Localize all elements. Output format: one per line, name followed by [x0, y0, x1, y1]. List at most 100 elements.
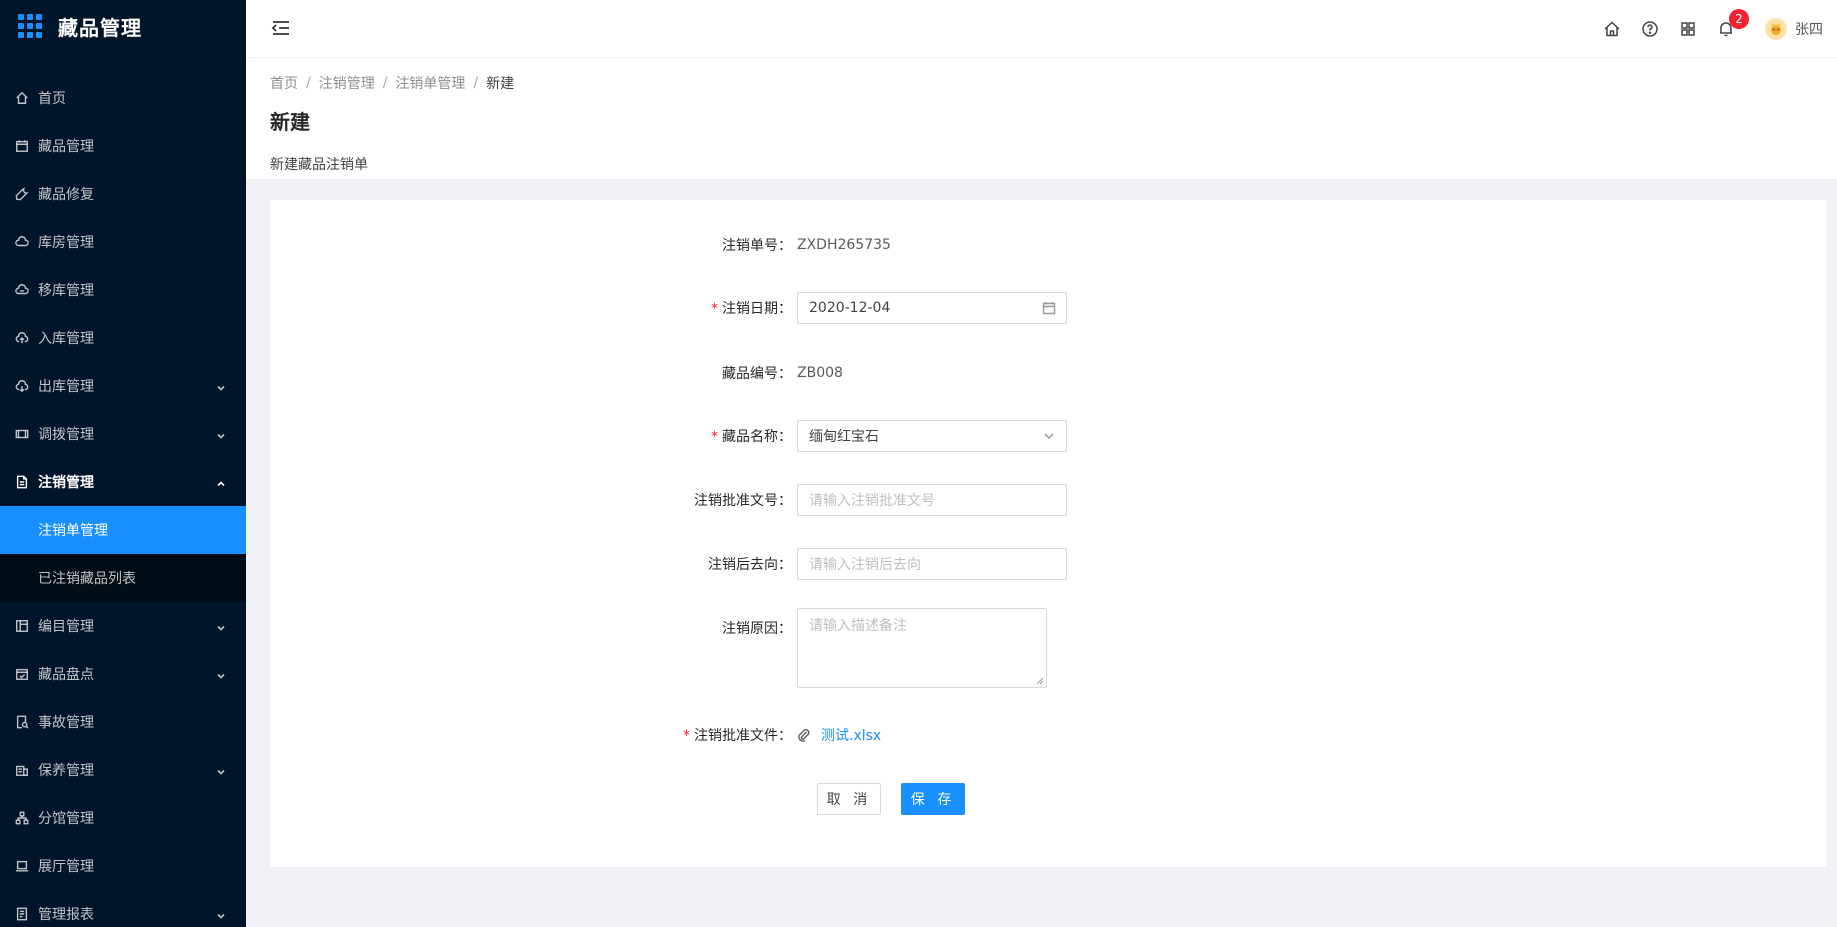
- reason-textarea[interactable]: 请输入描述备注: [797, 608, 1047, 688]
- help-icon[interactable]: [1641, 20, 1659, 38]
- attachment-filename: 测试.xlsx: [821, 728, 882, 744]
- approval-no-placeholder: 请输入注销批准文号: [809, 493, 935, 509]
- cancel-button[interactable]: 取 消: [817, 783, 881, 815]
- sidebar-item-label: 注销管理: [38, 475, 94, 491]
- form-row-approval-file: * 注销批准文件： 测试.xlsx: [270, 724, 1827, 746]
- sidebar-item-cancellation-orders[interactable]: 注销单管理: [0, 506, 246, 554]
- bell-icon[interactable]: 2: [1717, 9, 1749, 38]
- sidebar-item-reports[interactable]: 管理报表: [0, 890, 246, 927]
- sidebar-item-cancellation[interactable]: 注销管理: [0, 458, 246, 506]
- swap-icon: [14, 426, 30, 442]
- cluster-icon: [14, 810, 30, 826]
- sidebar-item-transfer[interactable]: 调拨管理: [0, 410, 246, 458]
- chevron-down-icon: [216, 669, 226, 679]
- paperclip-icon: [798, 728, 810, 742]
- sidebar-item-branch[interactable]: 分馆管理: [0, 794, 246, 842]
- breadcrumb-cancellation-orders[interactable]: 注销单管理: [395, 73, 465, 93]
- report-icon: [14, 906, 30, 922]
- chevron-down-icon: [216, 765, 226, 775]
- breadcrumb-cancellation[interactable]: 注销管理: [319, 73, 375, 93]
- required-mark: *: [711, 301, 718, 317]
- sidebar-item-repair[interactable]: 藏品修复: [0, 170, 246, 218]
- sidebar-menu: 首页 藏品管理 藏品修复 库房管理 移库管理 入库管理 出库管理 调拨管理 注销…: [0, 74, 246, 927]
- sidebar-item-label: 出库管理: [38, 379, 94, 395]
- sidebar-item-outbound[interactable]: 出库管理: [0, 362, 246, 410]
- required-mark: *: [711, 429, 718, 445]
- sidebar-item-cancelled-list[interactable]: 已注销藏品列表: [0, 554, 246, 602]
- chevron-down-icon: [216, 429, 226, 439]
- laptop-icon: [14, 858, 30, 874]
- resize-handle-icon[interactable]: [1036, 677, 1044, 685]
- item-no-label: 藏品编号：: [722, 366, 792, 382]
- approval-no-input[interactable]: 请输入注销批准文号: [797, 484, 1067, 516]
- notification-badge: 2: [1729, 9, 1749, 29]
- cancel-date-picker[interactable]: 2020-12-04: [797, 292, 1067, 324]
- chevron-up-icon: [216, 477, 226, 487]
- sidebar-item-label: 管理报表: [38, 907, 94, 923]
- form-row-approval-no: 注销批准文号： 请输入注销批准文号: [270, 484, 1827, 516]
- approval-file-label: * 注销批准文件：: [683, 728, 792, 744]
- user-menu[interactable]: 张四: [1765, 18, 1823, 40]
- chevron-down-icon: [216, 621, 226, 631]
- cloud-icon: [14, 234, 30, 250]
- sidebar-item-move[interactable]: 移库管理: [0, 266, 246, 314]
- required-mark: *: [683, 728, 690, 744]
- attachment-link[interactable]: 测试.xlsx: [797, 725, 881, 745]
- chevron-down-icon: [1042, 429, 1056, 443]
- item-no-value: ZB008: [797, 365, 843, 381]
- sidebar-item-label: 保养管理: [38, 763, 94, 779]
- page-title: 新建: [270, 110, 310, 134]
- page-header: 首页 / 注销管理 / 注销单管理 / 新建 新建 新建藏品注销单: [246, 58, 1837, 179]
- sidebar-item-inbound[interactable]: 入库管理: [0, 314, 246, 362]
- home-icon[interactable]: [1603, 20, 1621, 38]
- sidebar-item-label: 首页: [38, 91, 66, 107]
- form-row-item-no: 藏品编号： ZB008: [270, 362, 1827, 384]
- sidebar-item-maintenance[interactable]: 保养管理: [0, 746, 246, 794]
- sidebar-item-label: 藏品盘点: [38, 667, 94, 683]
- username: 张四: [1795, 22, 1823, 38]
- breadcrumb: 首页 / 注销管理 / 注销单管理 / 新建: [270, 72, 1813, 94]
- sidebar-item-label: 藏品修复: [38, 187, 94, 203]
- sidebar-item-label: 注销单管理: [38, 523, 108, 539]
- sidebar-item-label: 事故管理: [38, 715, 94, 731]
- file-search-icon: [14, 714, 30, 730]
- header-actions: 2 张四: [1593, 0, 1823, 58]
- form-row-destination: 注销后去向： 请输入注销后去向: [270, 548, 1827, 580]
- breadcrumb-home[interactable]: 首页: [270, 73, 298, 93]
- sidebar-item-inventory[interactable]: 藏品盘点: [0, 650, 246, 698]
- form-row-reason: 注销原因： 请输入描述备注: [270, 608, 1827, 688]
- building-icon: [14, 762, 30, 778]
- logo[interactable]: 藏品管理: [0, 0, 246, 52]
- sidebar-item-collection[interactable]: 藏品管理: [0, 122, 246, 170]
- sidebar-item-label: 调拨管理: [38, 427, 94, 443]
- sidebar: 藏品管理 首页 藏品管理 藏品修复 库房管理 移库管理 入库管理 出库管理 调拨…: [0, 0, 246, 927]
- sidebar-item-label: 库房管理: [38, 235, 94, 251]
- cancel-date-label: * 注销日期：: [711, 301, 792, 317]
- item-name-select[interactable]: 缅甸红宝石: [797, 420, 1067, 452]
- sidebar-item-label: 藏品管理: [38, 139, 94, 155]
- approval-no-label: 注销批准文号：: [694, 493, 792, 509]
- tool-icon: [14, 186, 30, 202]
- form-card: 注销单号： ZXDH265735 * 注销日期： 2020-12-04 藏品编号：…: [270, 200, 1827, 867]
- cancel-no-value: ZXDH265735: [797, 237, 891, 253]
- sidebar-item-incident[interactable]: 事故管理: [0, 698, 246, 746]
- calendar-icon[interactable]: [1042, 301, 1056, 315]
- sidebar-item-label: 已注销藏品列表: [38, 571, 136, 587]
- sidebar-item-exhibition[interactable]: 展厅管理: [0, 842, 246, 890]
- sidebar-item-warehouse[interactable]: 库房管理: [0, 218, 246, 266]
- menu-fold-icon[interactable]: [270, 17, 292, 39]
- home-icon: [14, 90, 30, 106]
- destination-input[interactable]: 请输入注销后去向: [797, 548, 1067, 580]
- cancel-date-value: 2020-12-04: [809, 300, 891, 316]
- app-logo-icon: [18, 14, 42, 38]
- item-name-value: 缅甸红宝石: [809, 429, 879, 445]
- breadcrumb-separator: /: [382, 75, 388, 91]
- cancellation-submenu: 注销单管理 已注销藏品列表: [0, 506, 246, 602]
- form-row-cancel-no: 注销单号： ZXDH265735: [270, 234, 1827, 256]
- sidebar-item-home[interactable]: 首页: [0, 74, 246, 122]
- save-button[interactable]: 保 存: [901, 783, 965, 815]
- sidebar-item-label: 分馆管理: [38, 811, 94, 827]
- sidebar-item-catalog[interactable]: 编目管理: [0, 602, 246, 650]
- apps-icon[interactable]: [1679, 20, 1697, 38]
- breadcrumb-current: 新建: [486, 76, 515, 92]
